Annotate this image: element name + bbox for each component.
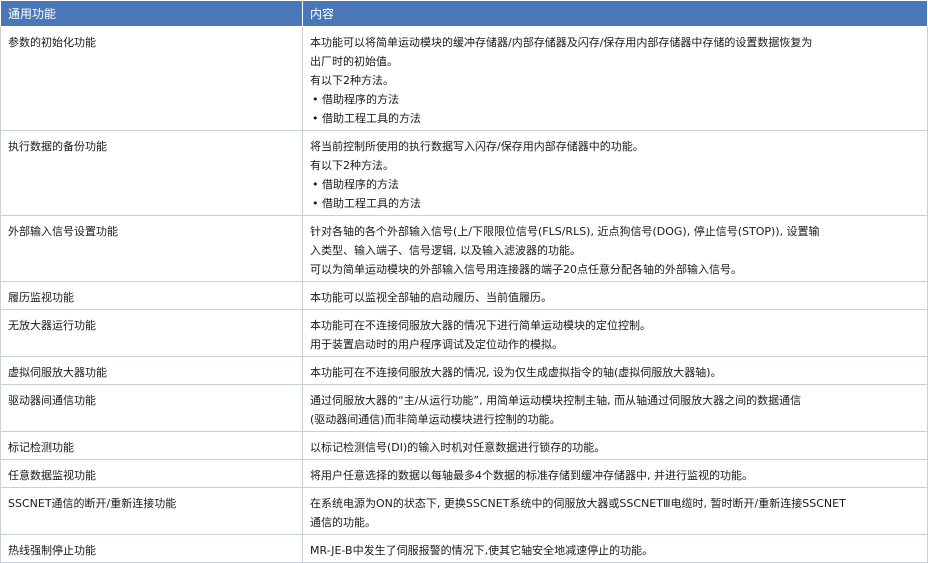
function-description: 在系统电源为ON的状态下, 更换SSCNET系统中的伺服放大器或SSCNETⅢ电… [302,487,928,535]
bullet-item: • 借助程序的方法 [312,93,399,106]
header-content: 内容 [302,0,928,27]
description-line: 将当前控制所使用的执行数据写入闪存/保存用内部存储器中的功能。 [310,140,644,153]
table-row: 外部输入信号设置功能 针对各轴的各个外部输入信号(上/下限限位信号(FLS/RL… [0,215,928,282]
description-line: 将用户任意选择的数据以每轴最多4个数据的标准存储到缓冲存储器中, 并进行监视的功… [310,469,753,482]
function-name: 参数的初始化功能 [0,26,303,131]
description-line: 出厂时的初始值。 [310,55,398,68]
description-line: 在系统电源为ON的状态下, 更换SSCNET系统中的伺服放大器或SSCNETⅢ电… [310,497,846,510]
description-line: 有以下2种方法。 [310,74,394,87]
table-row: 热线强制停止功能 MR-JE-B中发生了伺服报警的情况下,使其它轴安全地减速停止… [0,534,928,563]
function-description: MR-JE-B中发生了伺服报警的情况下,使其它轴安全地减速停止的功能。 [302,534,928,563]
description-line: 用于装置启动时的用户程序调试及定位动作的模拟。 [310,338,563,351]
function-description: 将当前控制所使用的执行数据写入闪存/保存用内部存储器中的功能。 有以下2种方法。… [302,130,928,216]
table-row: 标记检测功能 以标记检测信号(DI)的输入时机对任意数据进行锁存的功能。 [0,431,928,460]
table-row: 任意数据监视功能 将用户任意选择的数据以每轴最多4个数据的标准存储到缓冲存储器中… [0,459,928,488]
function-name: 外部输入信号设置功能 [0,215,303,282]
table-row: 虚拟伺服放大器功能 本功能可在不连接伺服放大器的情况, 设为仅生成虚拟指令的轴(… [0,356,928,385]
description-line: 本功能可以将简单运动模块的缓冲存储器/内部存储器及闪存/保存用内部存储器中存储的… [310,36,813,49]
description-line: 通信的功能。 [310,516,376,529]
function-description: 本功能可在不连接伺服放大器的情况下进行简单运动模块的定位控制。 用于装置启动时的… [302,309,928,357]
table-row: SSCNET通信的断开/重新连接功能 在系统电源为ON的状态下, 更换SSCNE… [0,487,928,535]
function-description: 将用户任意选择的数据以每轴最多4个数据的标准存储到缓冲存储器中, 并进行监视的功… [302,459,928,488]
description-line: 有以下2种方法。 [310,159,394,172]
description-line: 通过伺服放大器的“主/从运行功能”, 用简单运动模块控制主轴, 而从轴通过伺服放… [310,394,802,407]
function-name: 虚拟伺服放大器功能 [0,356,303,385]
function-name: 任意数据监视功能 [0,459,303,488]
functions-table: 通用功能 内容 参数的初始化功能 本功能可以将简单运动模块的缓冲存储器/内部存储… [0,0,928,563]
bullet-item: • 借助程序的方法 [312,178,399,191]
function-description: 本功能可以将简单运动模块的缓冲存储器/内部存储器及闪存/保存用内部存储器中存储的… [302,26,928,131]
bullet-item: • 借助工程工具的方法 [312,197,421,210]
function-name: 驱动器间通信功能 [0,384,303,432]
description-line: 本功能可在不连接伺服放大器的情况下进行简单运动模块的定位控制。 [310,319,651,332]
description-line: 入类型、输入端子、信号逻辑, 以及输入滤波器的功能。 [310,244,581,257]
table-row: 驱动器间通信功能 通过伺服放大器的“主/从运行功能”, 用简单运动模块控制主轴,… [0,384,928,432]
table-row: 无放大器运行功能 本功能可在不连接伺服放大器的情况下进行简单运动模块的定位控制。… [0,309,928,357]
function-name: 热线强制停止功能 [0,534,303,563]
function-description: 本功能可在不连接伺服放大器的情况, 设为仅生成虚拟指令的轴(虚拟伺服放大器轴)。 [302,356,928,385]
description-line: 以标记检测信号(DI)的输入时机对任意数据进行锁存的功能。 [310,441,606,454]
description-line: 针对各轴的各个外部输入信号(上/下限限位信号(FLS/RLS), 近点狗信号(D… [310,225,820,238]
function-description: 针对各轴的各个外部输入信号(上/下限限位信号(FLS/RLS), 近点狗信号(D… [302,215,928,282]
description-line: 本功能可以监视全部轴的启动履历、当前值履历。 [310,291,552,304]
description-line: (驱动器间通信)而非简单运动模块进行控制的功能。 [310,413,561,426]
function-description: 通过伺服放大器的“主/从运行功能”, 用简单运动模块控制主轴, 而从轴通过伺服放… [302,384,928,432]
description-line: 本功能可在不连接伺服放大器的情况, 设为仅生成虚拟指令的轴(虚拟伺服放大器轴)。 [310,366,722,379]
table-header-row: 通用功能 内容 [0,0,928,27]
function-name: SSCNET通信的断开/重新连接功能 [0,487,303,535]
header-general-function: 通用功能 [0,0,303,27]
function-name: 履历监视功能 [0,281,303,310]
table-row: 执行数据的备份功能 将当前控制所使用的执行数据写入闪存/保存用内部存储器中的功能… [0,130,928,216]
function-name: 标记检测功能 [0,431,303,460]
function-description: 本功能可以监视全部轴的启动履历、当前值履历。 [302,281,928,310]
description-line: MR-JE-B中发生了伺服报警的情况下,使其它轴安全地减速停止的功能。 [310,544,654,557]
function-name: 执行数据的备份功能 [0,130,303,216]
bullet-item: • 借助工程工具的方法 [312,112,421,125]
description-line: 可以为简单运动模块的外部输入信号用连接器的端子20点任意分配各轴的外部输入信号。 [310,263,742,276]
table-row: 履历监视功能 本功能可以监视全部轴的启动履历、当前值履历。 [0,281,928,310]
table-row: 参数的初始化功能 本功能可以将简单运动模块的缓冲存储器/内部存储器及闪存/保存用… [0,26,928,131]
function-name: 无放大器运行功能 [0,309,303,357]
function-description: 以标记检测信号(DI)的输入时机对任意数据进行锁存的功能。 [302,431,928,460]
